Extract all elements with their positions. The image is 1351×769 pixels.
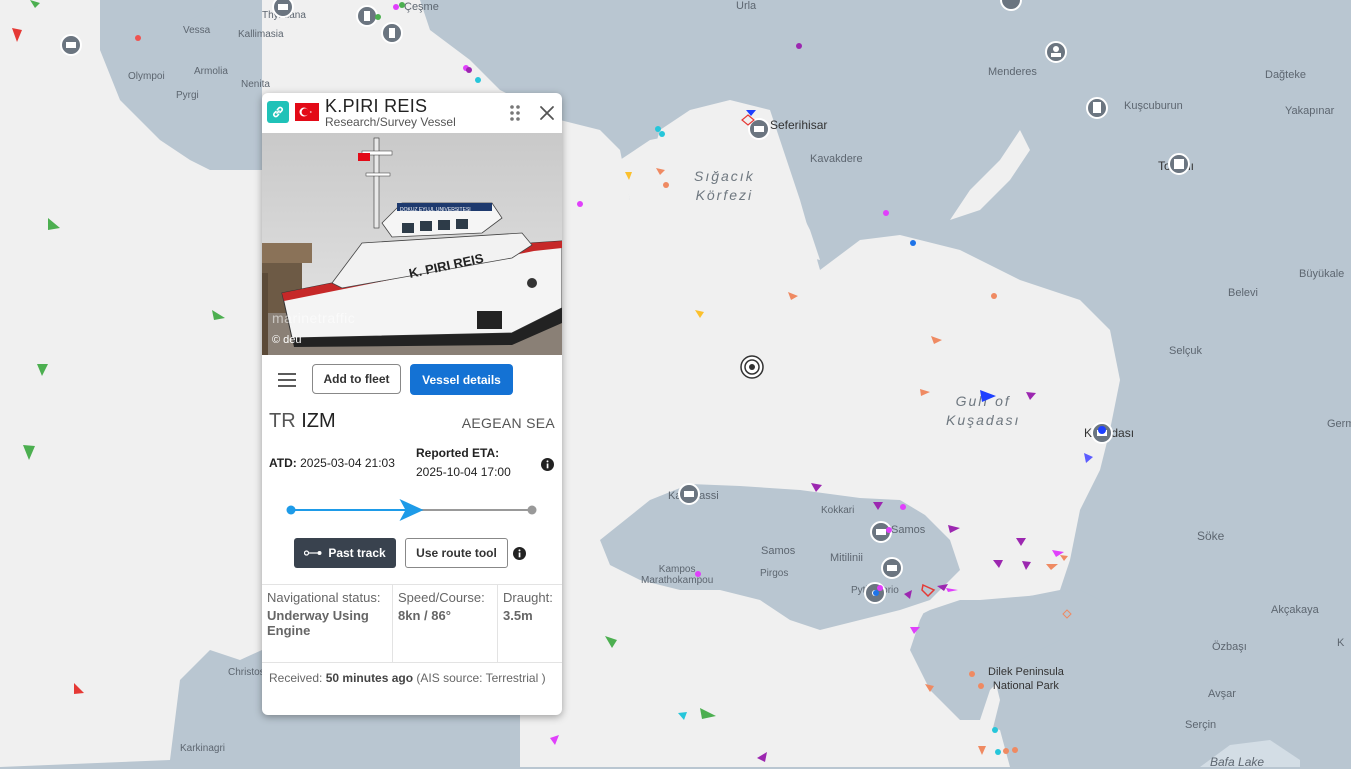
port-icon[interactable] [1168, 153, 1190, 175]
past-track-label: Past track [328, 546, 386, 560]
link-button[interactable] [267, 101, 289, 123]
port-icon[interactable] [356, 5, 378, 27]
departure-dot [286, 505, 296, 515]
vessel-type: Research/Survey Vessel [325, 115, 456, 129]
port-icon[interactable] [381, 22, 403, 44]
port-icon[interactable] [1086, 97, 1108, 119]
departure-port[interactable]: TR IZM [269, 410, 336, 433]
atd-label: ATD: [269, 456, 297, 470]
past-track-button[interactable]: Past track [294, 538, 396, 568]
ais-source-prefix: (AIS source: [416, 671, 483, 685]
map-canvas[interactable]: Urla Menderes Dağteke Kuşcuburun Yakapın… [0, 0, 1351, 769]
map-markers-layer [12, 0, 1190, 762]
link-icon [273, 106, 283, 118]
speed-course-value: 8kn / 86° [398, 608, 451, 623]
eta-value: 2025-10-04 17:00 [416, 465, 511, 479]
selected-vessel-marker[interactable] [740, 355, 764, 379]
eta-label: Reported ETA: [416, 446, 500, 460]
drag-handle-icon[interactable] [509, 104, 521, 122]
nav-status-cell: Navigational status: Underway Using Engi… [262, 585, 393, 662]
nav-status-value: Underway Using Engine [267, 608, 369, 638]
received-value: 50 minutes ago [325, 671, 414, 685]
port-icon[interactable] [1045, 41, 1067, 63]
port-icon[interactable] [272, 0, 294, 18]
route-tool-info-icon[interactable] [513, 547, 526, 560]
close-icon[interactable] [538, 104, 556, 122]
received-label: Received: [269, 671, 323, 685]
menu-icon[interactable] [277, 372, 297, 388]
flag-turkey-icon [295, 103, 319, 121]
port-icon[interactable] [60, 34, 82, 56]
port-icon[interactable] [881, 557, 903, 579]
nav-status-label: Navigational status: [267, 590, 381, 605]
photo-credit: © deu [272, 334, 302, 346]
vessel-stats: Navigational status: Underway Using Engi… [262, 584, 562, 663]
port-icon[interactable] [1000, 0, 1022, 11]
speed-course-cell: Speed/Course: 8kn / 86° [393, 585, 498, 662]
track-icon [304, 550, 322, 556]
voyage-progress-bar [286, 499, 537, 521]
departure-port-code: IZM [301, 410, 336, 432]
draught-label: Draught: [503, 590, 553, 605]
speed-course-label: Speed/Course: [398, 590, 485, 605]
destination-dot [527, 505, 537, 515]
departure-country: TR [269, 410, 296, 432]
add-to-fleet-button[interactable]: Add to fleet [312, 364, 401, 394]
draught-cell: Draught: 3.5m [498, 585, 562, 662]
atd-value: 2025-03-04 21:03 [300, 456, 395, 470]
eta-info-icon[interactable] [541, 458, 554, 471]
atd-row: ATD: 2025-03-04 21:03 [269, 456, 395, 470]
use-route-tool-button[interactable]: Use route tool [405, 538, 508, 568]
popup-header: K.PIRI REIS Research/Survey Vessel [262, 93, 562, 133]
area-name: AEGEAN SEA [461, 415, 555, 431]
bridge-lettering: DOKUZ EYLUL UNIVERSITESI [400, 207, 471, 213]
photo-watermark: marinetraffic [272, 310, 356, 326]
port-icon[interactable] [678, 483, 700, 505]
vessel-details-button[interactable]: Vessel details [410, 364, 513, 395]
draught-value: 3.5m [503, 608, 533, 623]
received-info: Received: 50 minutes ago (AIS source: Te… [269, 668, 549, 688]
vessel-name: K.PIRI REIS [325, 96, 428, 116]
vessel-info-popup: K.PIRI REIS Research/Survey Vessel K. PI… [262, 93, 562, 715]
ais-source-value: Terrestrial ) [485, 671, 546, 685]
